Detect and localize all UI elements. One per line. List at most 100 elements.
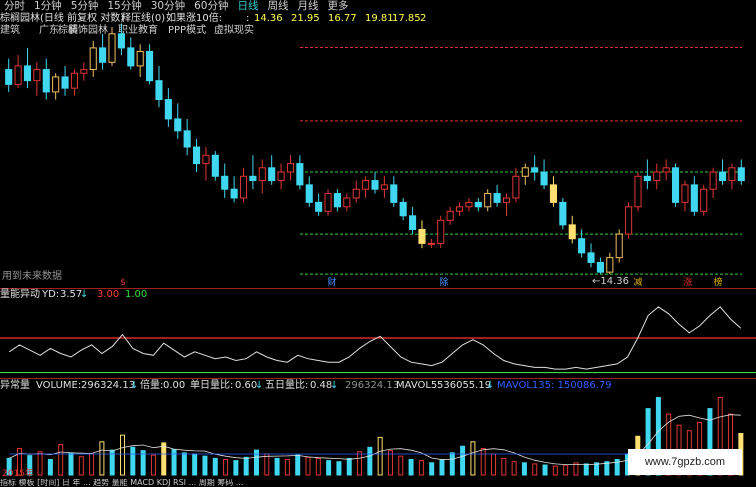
candle-body-67 — [634, 175, 642, 208]
volume-bar-34 — [357, 451, 363, 476]
volume-bar-43 — [449, 452, 455, 476]
candle-body-42 — [399, 201, 407, 217]
candle-body-36 — [343, 197, 351, 208]
signal-3: 减 — [633, 278, 643, 288]
candle-body-17 — [164, 99, 172, 120]
candle-body-25 — [239, 175, 248, 199]
candle-body-8 — [80, 69, 88, 74]
volume-label: VOLUME: — [36, 380, 82, 391]
signal-4: 涨 — [683, 278, 693, 288]
candle-body-72 — [681, 184, 689, 203]
volume-bar-40 — [418, 460, 424, 476]
volume-bar-5 — [58, 444, 64, 476]
candle-body-29 — [277, 171, 285, 182]
candle-body-34 — [324, 193, 332, 212]
volume-bar-39 — [408, 459, 414, 476]
volume-bar-17 — [181, 452, 187, 476]
mavol-value: 536055.19 — [437, 380, 492, 391]
volume-bar-29 — [305, 456, 311, 476]
candle-body-15 — [146, 50, 154, 82]
candle-body-54 — [512, 175, 520, 199]
volume-bar-35 — [367, 446, 373, 476]
volume-bar-33 — [346, 457, 352, 476]
signal-2: 除 — [439, 278, 449, 288]
candle-body-65 — [615, 233, 623, 259]
masked-region-mid — [208, 227, 546, 260]
candle-body-2 — [23, 65, 32, 82]
mavol-label: MAVOL5: — [396, 380, 441, 391]
candle-body-48 — [455, 206, 464, 212]
candle-body-78 — [737, 167, 745, 182]
volume-bar-51 — [532, 463, 538, 476]
candle-body-4 — [42, 69, 50, 93]
volume-bar-53 — [552, 465, 558, 476]
volume-bar-4 — [47, 459, 53, 476]
candle-body-68 — [643, 175, 651, 182]
single-ratio-label: 单日量比: — [190, 380, 234, 391]
candle-body-50 — [474, 201, 482, 208]
volume-bar-49 — [511, 461, 517, 476]
candle-body-20 — [192, 146, 201, 165]
volume-value: 296324.13 — [81, 380, 136, 391]
candle-body-12 — [117, 33, 125, 49]
candle-body-59 — [559, 201, 567, 226]
mavol2-value: MAVOL135: 150086.79 — [497, 380, 612, 391]
kline-chart[interactable] — [0, 0, 756, 479]
candle-body-51 — [484, 193, 492, 208]
volume-bar-16 — [171, 449, 177, 476]
five-ratio-label: 五日量比: — [265, 380, 309, 391]
volume-bar-6 — [68, 452, 74, 476]
candle-body-66 — [625, 206, 633, 235]
volume-bar-22 — [233, 460, 239, 476]
watermark: www.7gpzb.com — [628, 449, 742, 475]
volume-bar-30 — [315, 457, 321, 476]
volume-arrow: ↓ — [130, 380, 139, 391]
candle-body-55 — [521, 167, 529, 177]
candle-body-39 — [371, 180, 379, 190]
candle-body-46 — [437, 219, 445, 244]
candle-body-49 — [465, 201, 473, 208]
low-price-label: ←14.36 — [592, 276, 630, 287]
candle-body-38 — [362, 180, 370, 190]
candle-body-74 — [700, 188, 708, 212]
volume-bar-42 — [439, 459, 445, 476]
volume-bar-8 — [89, 453, 95, 476]
year-label: 2015年 — [2, 469, 34, 479]
volume-bar-45 — [470, 441, 476, 476]
signal-0: $ — [120, 278, 126, 288]
candle-body-5 — [52, 76, 60, 93]
yd-label: YD: — [42, 289, 60, 300]
candle-body-27 — [258, 167, 266, 182]
candle-body-1 — [14, 65, 22, 85]
candle-body-14 — [136, 50, 144, 67]
volume-bar-28 — [295, 454, 301, 476]
volume-bar-3 — [37, 451, 43, 476]
volume-bar-19 — [202, 455, 208, 476]
candle-body-56 — [531, 167, 539, 173]
volume-bar-23 — [243, 456, 249, 476]
candle-body-41 — [390, 184, 398, 203]
signal-5: 榜 — [713, 278, 723, 288]
volume-bar-27 — [284, 459, 290, 476]
level-low: 1.00 — [125, 289, 148, 300]
candle-body-69 — [653, 171, 661, 182]
candle-body-10 — [99, 47, 107, 63]
volume-bar-44 — [460, 445, 466, 476]
candle-body-31 — [296, 163, 304, 186]
candle-body-43 — [409, 215, 417, 230]
candle-body-58 — [549, 184, 558, 203]
candle-body-28 — [268, 167, 276, 182]
candle-body-0 — [5, 69, 13, 85]
volume-bar-12 — [130, 446, 136, 476]
panel3-header: 异常量 VOLUME: 296324.13 ↓ 倍量: 0.00 单日量比: 0… — [0, 380, 756, 392]
candle-body-35 — [333, 193, 341, 208]
volume-bar-20 — [212, 457, 218, 476]
candle-body-23 — [221, 175, 229, 190]
candle-body-16 — [155, 80, 163, 101]
volume-bar-18 — [192, 453, 198, 476]
bottom-toolbar[interactable]: 指标 模板 [时间] 日 年 ... 趋势 量能 MACD KDJ RSI ..… — [0, 479, 756, 487]
candle-body-30 — [286, 163, 295, 173]
volume-bar-38 — [398, 455, 404, 476]
candle-body-62 — [587, 252, 595, 263]
single-ratio-value: 0.60 — [235, 380, 258, 391]
